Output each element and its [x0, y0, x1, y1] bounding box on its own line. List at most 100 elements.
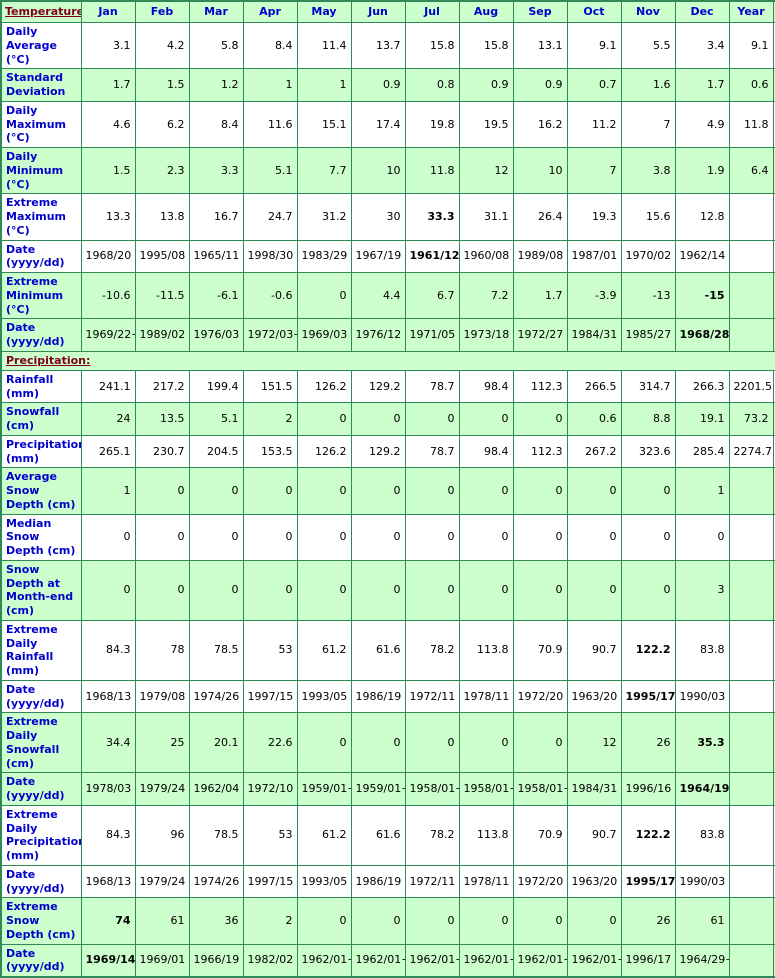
data-cell: 61.2	[296, 804, 352, 866]
data-cell: 7.2	[458, 271, 514, 320]
data-cell	[728, 864, 774, 899]
data-cell: -13	[620, 271, 676, 320]
data-cell: 2	[242, 897, 298, 945]
table-row: Precipitation (mm) 265.1 230.7 204.5 153.5 12…	[0, 434, 775, 469]
data-cell: 1993/05	[296, 679, 352, 714]
data-cell: 73.2	[728, 402, 774, 436]
column-header-jan: Jan	[80, 0, 136, 23]
data-cell: 61.2	[296, 619, 352, 681]
data-cell: 2201.5	[728, 369, 774, 404]
data-cell: 1990/03	[674, 864, 730, 899]
data-cell: 31.1	[458, 193, 514, 241]
data-cell: 0	[242, 513, 298, 561]
data-cell: 0	[566, 559, 622, 621]
data-cell: 61	[674, 897, 730, 945]
data-cell: 0.9	[458, 68, 514, 102]
data-cell	[728, 559, 774, 621]
row-label: Average Snow Depth (cm)	[0, 467, 82, 515]
column-header-oct: Oct	[566, 0, 622, 23]
data-cell: 151.5	[242, 369, 298, 404]
data-cell: 1972/11	[404, 864, 460, 899]
data-cell: 1972/27	[512, 318, 568, 352]
row-label: Precipitation (mm)	[0, 434, 82, 469]
data-cell: 1979/24	[134, 864, 190, 899]
data-cell: 78.5	[188, 619, 244, 681]
data-cell: 0.9	[350, 68, 406, 102]
row-label: Date (yyyy/dd)	[0, 239, 82, 273]
row-label: Date (yyyy/dd)	[0, 318, 82, 352]
row-label: Extreme Snow Depth (cm)	[0, 897, 82, 945]
row-label: Date (yyyy/dd)	[0, 943, 82, 978]
data-cell: 1972/10	[242, 772, 298, 806]
row-label: Snow Depth at Month-end (cm)	[0, 559, 82, 621]
data-cell: 0	[404, 513, 460, 561]
data-cell: 1962/01+	[512, 943, 568, 978]
row-label: Date (yyyy/dd)	[0, 772, 82, 806]
table-row: Extreme Minimum (°C) -10.6 -11.5 -6.1 -0.6 0 4…	[0, 271, 775, 320]
data-cell: 0	[350, 513, 406, 561]
data-cell: -0.6	[242, 271, 298, 320]
data-cell: 8.4	[242, 21, 298, 70]
data-cell: 0	[512, 513, 568, 561]
data-cell	[728, 712, 774, 774]
row-label: Extreme Daily Rainfall (mm)	[0, 619, 82, 681]
data-cell: 1959/01+	[296, 772, 352, 806]
data-cell: 1987/01	[566, 239, 622, 273]
data-cell: 19.5	[458, 100, 514, 149]
data-cell: 1	[242, 68, 298, 102]
data-cell: 26.4	[512, 193, 568, 241]
data-cell: 0.6	[566, 402, 622, 436]
data-cell: 1964/19	[674, 772, 730, 806]
data-cell: 0	[296, 402, 352, 436]
data-cell: 24.7	[242, 193, 298, 241]
data-cell: 84.3	[80, 804, 136, 866]
column-header-may: May	[296, 0, 352, 23]
data-cell: 122.2	[620, 619, 676, 681]
data-cell: 0	[296, 712, 352, 774]
data-cell: 266.5	[566, 369, 622, 404]
data-cell: 11.2	[566, 100, 622, 149]
data-cell: -10.6	[80, 271, 136, 320]
data-cell: 1.7	[512, 271, 568, 320]
data-cell: 1958/01+	[404, 772, 460, 806]
data-cell: 1976/12	[350, 318, 406, 352]
data-cell: 230.7	[134, 434, 190, 469]
data-cell: 0	[404, 467, 460, 515]
data-cell: 33.3	[404, 193, 460, 241]
data-cell: 0	[350, 559, 406, 621]
data-cell: 1960/08	[458, 239, 514, 273]
data-cell: 13.7	[350, 21, 406, 70]
data-cell: 0	[458, 559, 514, 621]
data-cell: 10	[512, 146, 568, 195]
data-cell: 0	[80, 559, 136, 621]
data-cell: 0	[296, 559, 352, 621]
data-cell: 1984/31	[566, 772, 622, 806]
data-cell: 3.8	[620, 146, 676, 195]
table-row: Date (yyyy/dd) 1969/22+ 1989/02 1976/03 1972…	[0, 318, 775, 352]
data-cell	[728, 318, 774, 352]
data-cell: 1968/20	[80, 239, 136, 273]
data-cell: 61.6	[350, 619, 406, 681]
data-cell: 126.2	[296, 369, 352, 404]
data-cell: 1995/17	[620, 679, 676, 714]
data-cell: 3.3	[188, 146, 244, 195]
section-title: Precipitation:	[0, 350, 775, 371]
data-cell	[728, 804, 774, 866]
data-cell	[728, 897, 774, 945]
data-cell: 1965/11	[188, 239, 244, 273]
data-cell: 0	[404, 897, 460, 945]
data-cell: 1959/01+	[350, 772, 406, 806]
data-cell: 19.3	[566, 193, 622, 241]
data-cell: 0	[404, 559, 460, 621]
data-cell: 0.8	[404, 68, 460, 102]
data-cell: 6.4	[728, 146, 774, 195]
data-cell: 0	[512, 897, 568, 945]
data-cell: 1972/20	[512, 864, 568, 899]
data-cell: 1982/02	[242, 943, 298, 978]
data-cell	[728, 513, 774, 561]
data-cell: 1.6	[620, 68, 676, 102]
column-header-dec: Dec	[674, 0, 730, 23]
data-cell: 1970/02	[620, 239, 676, 273]
table-row: Extreme Daily Precipitation (mm) 84.3 96 78…	[0, 804, 775, 866]
table-row: Median Snow Depth (cm)000000000000C	[0, 513, 775, 561]
